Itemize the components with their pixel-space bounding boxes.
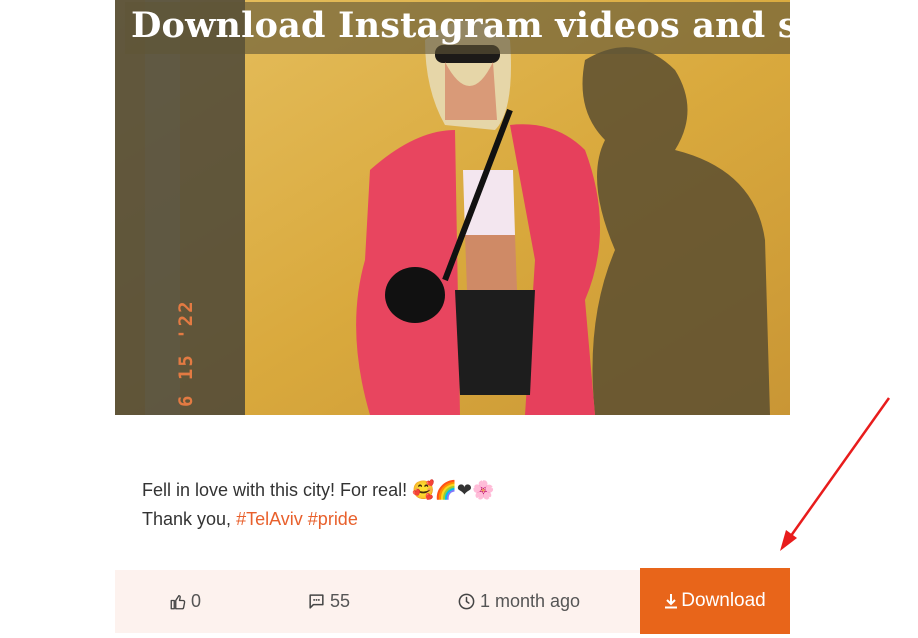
image-banner-title: Download Instagram videos and stories bbox=[125, 2, 790, 54]
download-button-label: Download bbox=[681, 590, 766, 611]
likes-stat: 0 bbox=[169, 570, 201, 633]
comments-stat: 55 bbox=[307, 570, 350, 633]
caption-thanks-text: Thank you, bbox=[142, 509, 232, 529]
post-image: Download Instagram videos and stories 6 … bbox=[115, 0, 790, 415]
caption-emojis: 🥰🌈❤🌸 bbox=[412, 480, 495, 501]
posted-time: 1 month ago bbox=[480, 591, 581, 611]
caption-text: Fell in love with this city! For real! bbox=[142, 480, 408, 500]
comments-count: 55 bbox=[330, 591, 351, 611]
likes-count: 0 bbox=[191, 591, 202, 611]
caption-line-2: Thank you, #TelAviv #pride bbox=[142, 505, 762, 534]
comment-icon bbox=[309, 594, 324, 609]
caption-line-1: Fell in love with this city! For real! 🥰… bbox=[142, 476, 762, 505]
clock-icon bbox=[458, 593, 475, 610]
post-photo bbox=[115, 0, 790, 415]
image-date-stamp: 6 15 '22 bbox=[175, 299, 197, 407]
post-stats-bar: 0 55 1 month ago bbox=[115, 570, 640, 633]
download-icon bbox=[665, 594, 678, 609]
thumbs-up-icon bbox=[170, 594, 186, 609]
hashtag-pride[interactable]: #pride bbox=[308, 509, 358, 529]
hashtag-telaviv[interactable]: #TelAviv bbox=[236, 509, 303, 529]
download-button[interactable]: Download bbox=[640, 568, 790, 634]
post-caption: Fell in love with this city! For real! 🥰… bbox=[142, 476, 762, 534]
posted-time-stat: 1 month ago bbox=[457, 570, 580, 633]
